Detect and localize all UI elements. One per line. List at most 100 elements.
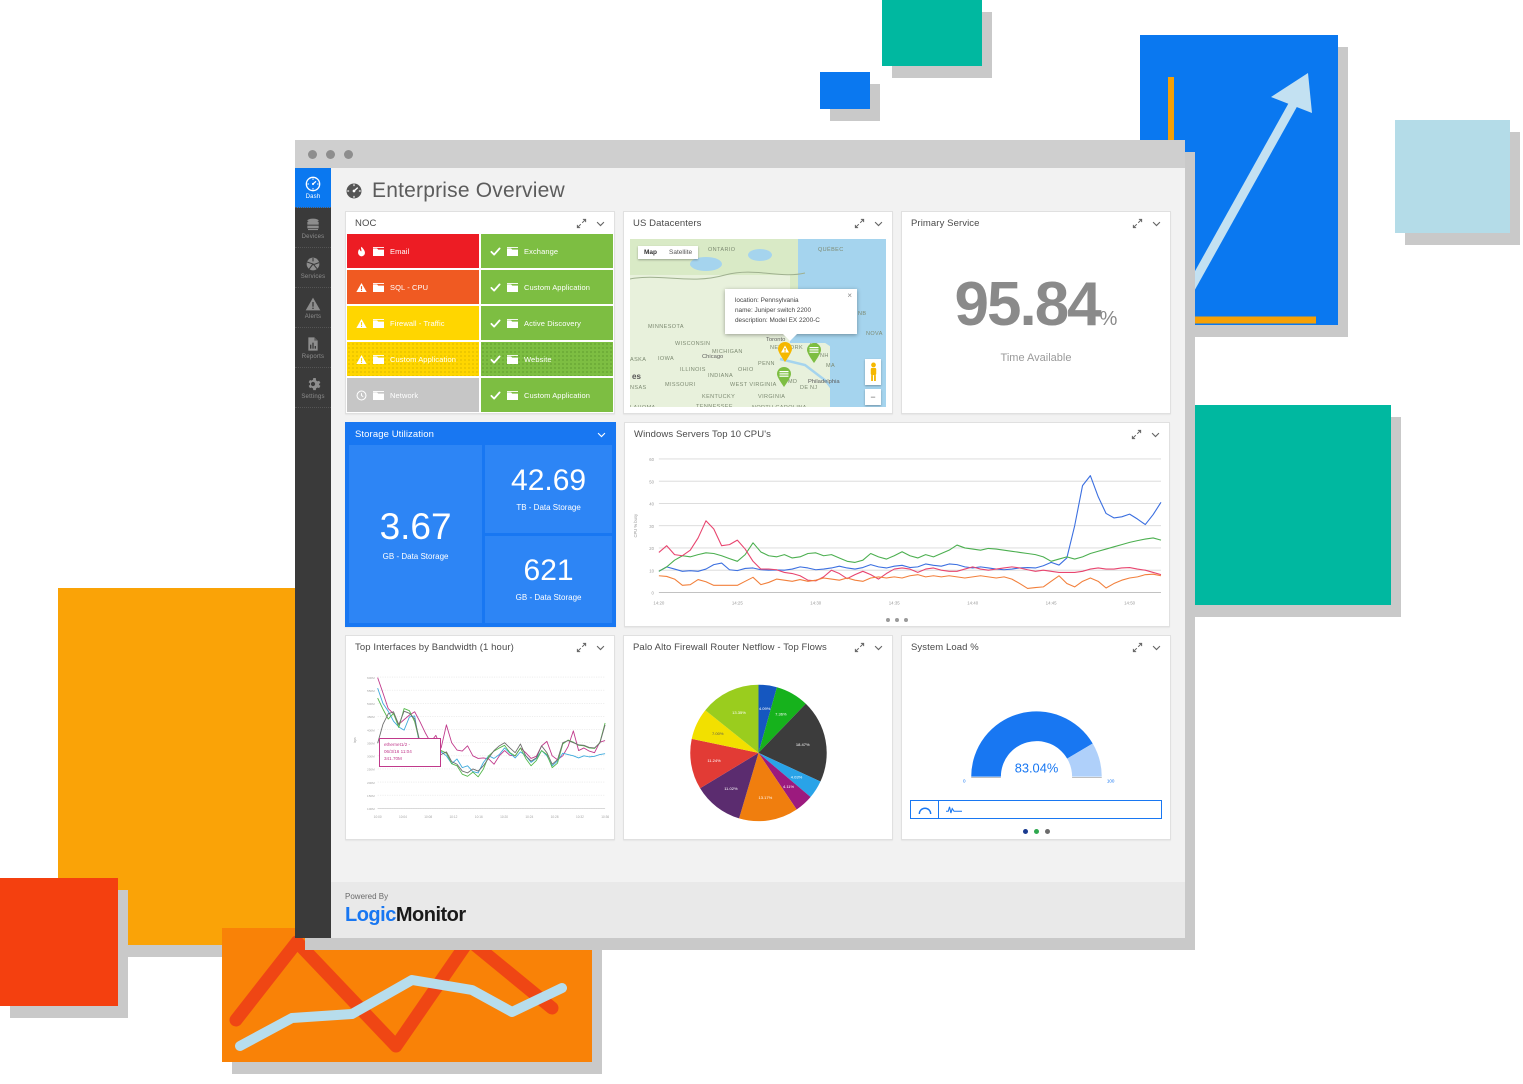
- sidebar: Dash Devices Services Alerts Reports Set…: [295, 168, 331, 938]
- bandwidth-x-tick: 10:36: [601, 815, 609, 819]
- map-type-map[interactable]: Map: [638, 246, 663, 259]
- decor-teal-square-top: [882, 0, 992, 78]
- pie-slice-label: 11.24%: [707, 758, 721, 763]
- pager-dot[interactable]: [895, 618, 899, 622]
- cpu-chart-body: 0 10 20 30 40 50 60 14:20 14:25 14:30 14:35 14:40 14…: [625, 445, 1169, 626]
- flame-icon: [358, 246, 365, 256]
- noc-item[interactable]: Custom Application: [347, 342, 479, 376]
- expand-icon[interactable]: [576, 218, 587, 229]
- map-region-label: ILLINOIS: [680, 367, 706, 373]
- cpu-series-line: [658, 475, 1162, 572]
- noc-item[interactable]: Custom Application: [481, 378, 613, 412]
- pager-dot[interactable]: [1033, 829, 1039, 834]
- gauge-icon[interactable]: [911, 801, 939, 818]
- gauge-toolbar[interactable]: [910, 800, 1162, 819]
- pie-slice-label: 4.09%: [759, 706, 771, 711]
- window-minimize-dot[interactable]: [326, 149, 335, 159]
- pager-dot[interactable]: [1044, 829, 1050, 834]
- expand-icon[interactable]: [576, 642, 587, 653]
- pager-dot[interactable]: [886, 618, 890, 622]
- folder-icon: [373, 354, 384, 364]
- folder-icon: [507, 282, 518, 292]
- cpu-x-tick: 14:25: [732, 600, 744, 605]
- noc-item[interactable]: SQL - CPU: [347, 270, 479, 304]
- chevron-down-icon[interactable]: [595, 218, 606, 229]
- cpu-line-chart: 0 10 20 30 40 50 60 14:20 14:25 14:30 14:35 14:40 14…: [633, 457, 1162, 605]
- map-type-satellite[interactable]: Satellite: [663, 246, 699, 259]
- map-region-label: NOVA: [866, 331, 883, 337]
- sidebar-item-reports-label: Reports: [301, 353, 325, 360]
- noc-item[interactable]: Email: [347, 234, 479, 268]
- sidebar-item-services-label: Services: [300, 273, 326, 280]
- pager-dot[interactable]: [904, 618, 908, 622]
- storage-utilization-widget: Storage Utilization 3.67 GB - Data Stora…: [345, 422, 616, 627]
- chevron-down-icon[interactable]: [873, 642, 884, 653]
- sparkline-icon[interactable]: [939, 801, 1161, 818]
- chevron-down-icon[interactable]: [595, 642, 606, 653]
- storage-tile[interactable]: 42.69 TB - Data Storage: [485, 445, 612, 533]
- dashboard-icon: [346, 183, 362, 199]
- map-region-label: TENNESSEE: [696, 404, 733, 407]
- map-body[interactable]: Map Satellite ONTARIO QUÉBEC MINNESOTA W…: [624, 234, 892, 413]
- chevron-down-icon[interactable]: [873, 218, 884, 229]
- widget-row-3: Top Interfaces by Bandwidth (1 hour) 600…: [345, 635, 1171, 840]
- storage-tile[interactable]: 621 GB - Data Storage: [485, 535, 612, 623]
- chevron-down-icon[interactable]: [1150, 429, 1161, 440]
- storage-tile-unit: TB - Data Storage: [516, 502, 581, 512]
- chevron-down-icon[interactable]: [1151, 218, 1162, 229]
- bandwidth-y-tick: 200M: [367, 781, 375, 785]
- bandwidth-title: Top Interfaces by Bandwidth (1 hour): [355, 642, 514, 653]
- storage-tile-unit: GB - Data Storage: [382, 551, 449, 561]
- storage-tile[interactable]: 3.67 GB - Data Storage: [349, 445, 483, 623]
- sidebar-item-reports[interactable]: Reports: [295, 328, 331, 368]
- pager-dot[interactable]: [1022, 829, 1028, 834]
- noc-item[interactable]: Exchange: [481, 234, 613, 268]
- map-canvas[interactable]: Map Satellite ONTARIO QUÉBEC MINNESOTA W…: [630, 239, 886, 407]
- noc-item[interactable]: Network: [347, 378, 479, 412]
- primary-service-widget: Primary Service 95.84% Time Available: [901, 211, 1171, 414]
- expand-icon[interactable]: [854, 642, 865, 653]
- chevron-down-icon[interactable]: [1151, 642, 1162, 653]
- bandwidth-x-tick: 10:20: [500, 815, 508, 819]
- sidebar-item-alerts[interactable]: Alerts: [295, 288, 331, 328]
- warning-icon: [356, 318, 367, 328]
- expand-icon[interactable]: [1132, 642, 1143, 653]
- noc-item[interactable]: Custom Application: [481, 270, 613, 304]
- expand-icon[interactable]: [1131, 429, 1142, 440]
- cpu-chart-pager[interactable]: [625, 618, 1169, 622]
- sidebar-item-services[interactable]: Services: [295, 248, 331, 288]
- cpu-x-tick: 14:50: [1124, 600, 1136, 605]
- sidebar-item-devices[interactable]: Devices: [295, 208, 331, 248]
- pie-slice-label: 7.36%: [775, 711, 787, 716]
- warning-pin-icon[interactable]: [777, 342, 793, 362]
- bandwidth-y-tick: 250M: [367, 768, 375, 772]
- check-icon: [490, 247, 501, 255]
- gauge-pager[interactable]: [902, 829, 1170, 834]
- map-type-switch[interactable]: Map Satellite: [638, 246, 699, 259]
- sidebar-item-alerts-label: Alerts: [304, 313, 322, 320]
- noc-header: NOC: [346, 212, 614, 234]
- map-region-label: NSAS: [630, 385, 647, 391]
- ok-pin-icon[interactable]: [806, 343, 822, 363]
- expand-icon[interactable]: [1132, 218, 1143, 229]
- zigzag-chart-icon: [229, 933, 567, 1053]
- widget-row-2: Storage Utilization 3.67 GB - Data Stora…: [345, 422, 1171, 627]
- noc-item[interactable]: Active Discovery: [481, 306, 613, 340]
- window-maximize-dot[interactable]: [344, 149, 353, 159]
- noc-item[interactable]: Website: [481, 342, 613, 376]
- cpu-x-tick: 14:35: [889, 600, 901, 605]
- sidebar-item-dash[interactable]: Dash: [295, 168, 331, 208]
- expand-icon[interactable]: [854, 218, 865, 229]
- close-icon[interactable]: ×: [847, 292, 852, 300]
- noc-title: NOC: [355, 218, 377, 229]
- ok-pin-icon[interactable]: [776, 367, 792, 387]
- street-view-pegman[interactable]: [865, 359, 881, 385]
- storage-tile-value: 621: [523, 554, 574, 588]
- sidebar-item-settings[interactable]: Settings: [295, 368, 331, 408]
- noc-item[interactable]: Firewall - Traffic: [347, 306, 479, 340]
- cpu-y-tick: 30: [649, 524, 654, 529]
- map-zoom-out-button[interactable]: −: [865, 389, 881, 405]
- chevron-down-icon[interactable]: [596, 429, 607, 440]
- decor-teal-card-right: [1183, 405, 1401, 617]
- window-close-dot[interactable]: [308, 149, 317, 159]
